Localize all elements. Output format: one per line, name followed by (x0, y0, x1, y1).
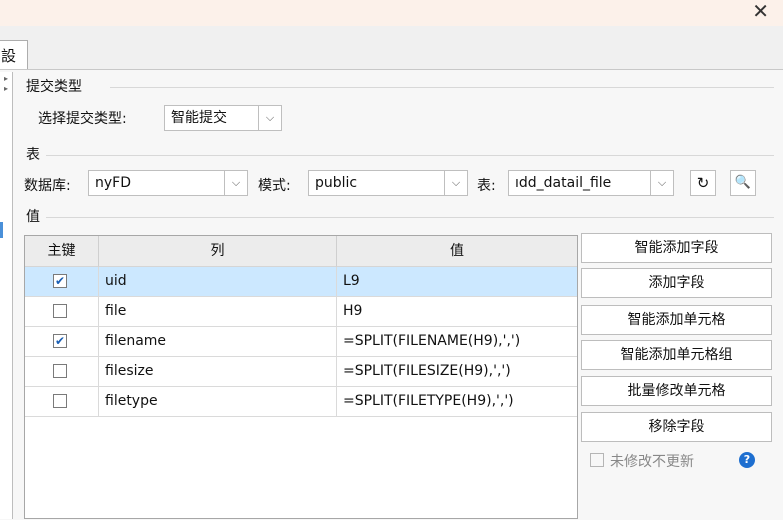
close-icon[interactable]: ✕ (752, 0, 769, 23)
table-row[interactable]: ✔ uid L9 (25, 267, 577, 297)
schema-value: public (315, 175, 358, 191)
table-row[interactable]: filetype =SPLIT(FILETYPE(H9),',') (25, 387, 577, 417)
submit-type-section-title: 提交类型 (26, 79, 82, 95)
divider (46, 217, 774, 218)
column-header-key[interactable]: 主键 (25, 236, 99, 267)
row-value[interactable]: L9 (337, 267, 577, 296)
primary-key-checkbox[interactable]: ✔ (53, 274, 67, 288)
row-value[interactable]: =SPLIT(FILENAME(H9),',') (337, 327, 577, 356)
primary-key-checkbox[interactable]: ✔ (53, 334, 67, 348)
left-tree-strip[interactable] (0, 72, 13, 519)
smart-add-field-button[interactable]: 智能添加字段 (581, 233, 772, 263)
refresh-icon[interactable]: ↻ (690, 170, 716, 196)
row-value[interactable]: =SPLIT(FILETYPE(H9),',') (337, 387, 577, 416)
chevron-down-icon: ⌵ (444, 171, 467, 195)
no-update-unmodified-label: 未修改不更新 (610, 454, 694, 470)
table-row[interactable]: ✔ filename =SPLIT(FILENAME(H9),',') (25, 327, 577, 357)
row-column-name[interactable]: filename (99, 327, 337, 356)
primary-key-checkbox[interactable] (53, 304, 67, 318)
help-icon[interactable]: ? (739, 452, 755, 468)
primary-key-checkbox[interactable] (53, 394, 67, 408)
submit-type-select[interactable]: 智能提交 ⌵ (164, 105, 282, 131)
batch-edit-cell-button[interactable]: 批量修改单元格 (581, 376, 772, 406)
database-value: nyFD (95, 175, 131, 191)
submit-type-label: 选择提交类型: (38, 111, 127, 127)
no-update-unmodified-checkbox[interactable] (590, 453, 604, 467)
row-value[interactable]: =SPLIT(FILESIZE(H9),',') (337, 357, 577, 386)
chevron-down-icon: ⌵ (650, 171, 673, 195)
table-section-title: 表 (26, 147, 40, 163)
smart-add-cell-button[interactable]: 智能添加单元格 (581, 305, 772, 335)
table-label: 表: (477, 178, 496, 194)
database-select[interactable]: nyFD ⌵ (88, 170, 248, 196)
preview-icon[interactable]: 🔍 (730, 170, 756, 196)
row-column-name[interactable]: filetype (99, 387, 337, 416)
table-row[interactable]: file H9 (25, 297, 577, 327)
table-row[interactable]: filesize =SPLIT(FILESIZE(H9),',') (25, 357, 577, 387)
remove-field-button[interactable]: 移除字段 (581, 412, 772, 442)
smart-add-cell-group-button[interactable]: 智能添加单元格组 (581, 340, 772, 370)
schema-label: 模式: (258, 178, 291, 194)
tab-settings[interactable]: 設置 (0, 40, 28, 95)
add-field-button[interactable]: 添加字段 (581, 268, 772, 298)
left-strip-arrows: ▸ ▸ (4, 74, 9, 93)
chevron-down-icon: ⌵ (224, 171, 247, 195)
row-value[interactable]: H9 (337, 297, 577, 326)
column-header-value[interactable]: 值 (337, 236, 577, 267)
values-section-title: 值 (26, 209, 40, 225)
submit-type-value: 智能提交 (171, 110, 227, 126)
title-bar (0, 0, 783, 26)
column-header-column[interactable]: 列 (99, 236, 337, 267)
divider (110, 87, 774, 88)
table-value: ıdd_datail_file (515, 175, 612, 191)
primary-key-checkbox[interactable] (53, 364, 67, 378)
table-select[interactable]: ıdd_datail_file ⌵ (508, 170, 674, 196)
row-column-name[interactable]: filesize (99, 357, 337, 386)
field-mapping-table: 主键 列 值 ✔ uid L9 file H9 ✔ filename =SPLI… (24, 235, 578, 519)
database-label: 数据库: (24, 178, 71, 194)
row-column-name[interactable]: file (99, 297, 337, 326)
row-column-name[interactable]: uid (99, 267, 337, 296)
chevron-down-icon: ⌵ (258, 106, 281, 130)
schema-select[interactable]: public ⌵ (308, 170, 468, 196)
divider (46, 155, 774, 156)
